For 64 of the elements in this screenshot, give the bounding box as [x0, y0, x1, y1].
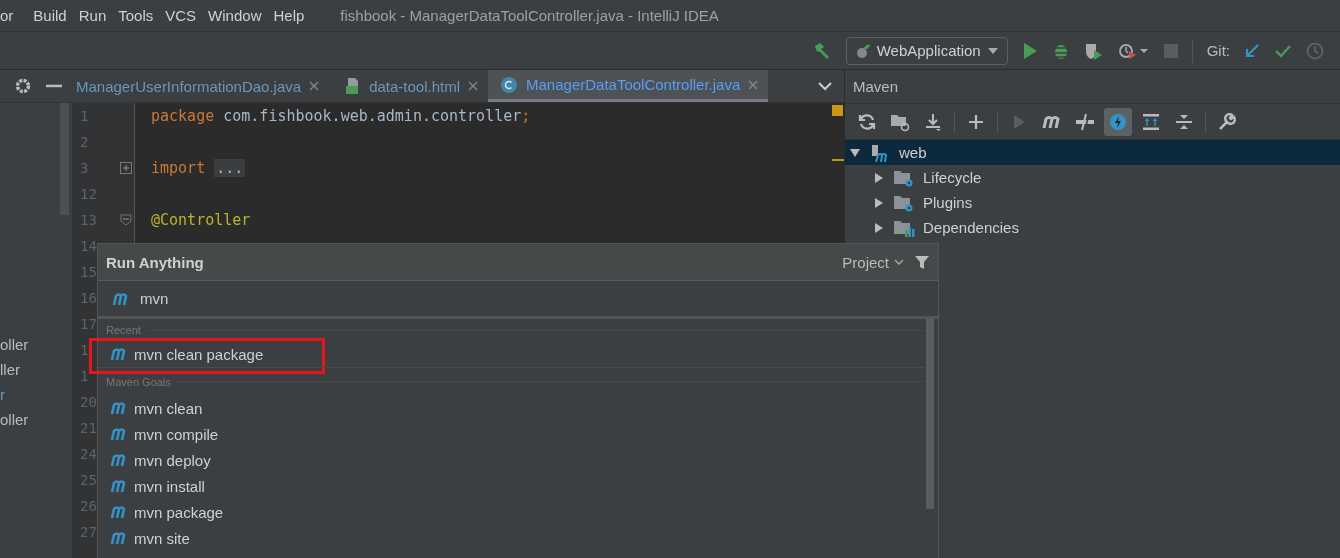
fold-marker-icon[interactable] — [120, 214, 132, 226]
list-item[interactable]: mvn site — [98, 525, 924, 551]
expand-arrow-icon — [873, 221, 885, 234]
menu-item[interactable]: Build — [27, 7, 73, 24]
list-item[interactable]: mvn compile — [98, 421, 924, 447]
list-item[interactable]: mvn package — [98, 499, 924, 525]
menu-item[interactable]: Tools — [112, 7, 160, 24]
warning-marker — [832, 105, 843, 116]
list-item[interactable]: mvn clean — [98, 395, 924, 421]
section-label: Recent — [106, 324, 141, 336]
menu-item[interactable]: Run — [72, 7, 113, 24]
code-line: package com.fishbook.web.admin.controller; — [151, 107, 531, 125]
change-marker — [832, 159, 844, 161]
coverage-icon[interactable] — [1083, 41, 1104, 60]
expand-arrow-icon — [849, 146, 861, 159]
minimize-icon[interactable] — [46, 84, 62, 88]
project-file-item[interactable]: oller — [0, 407, 57, 432]
expand-arrow-icon — [873, 196, 885, 209]
tree-item[interactable]: web — [845, 140, 1340, 165]
popup-title: Run Anything — [106, 253, 205, 271]
menu-item[interactable]: Window — [202, 7, 268, 24]
run-configuration-dropdown[interactable]: WebApplication — [845, 36, 1008, 65]
project-file-item[interactable]: ller — [0, 357, 57, 382]
expand-icon — [1141, 111, 1161, 132]
class-icon — [500, 75, 518, 94]
update-arrow-icon[interactable] — [1244, 42, 1260, 59]
tree-item[interactable]: Plugins — [845, 190, 1340, 215]
expand-arrow-icon — [873, 171, 885, 184]
menu-item[interactable]: VCS — [159, 7, 203, 24]
caret-icon — [986, 46, 999, 55]
code-line: @Controller — [151, 211, 251, 229]
menu-item[interactable]: Help — [267, 7, 311, 24]
close-icon[interactable] — [468, 81, 478, 91]
project-file-item[interactable]: oller — [0, 332, 57, 357]
chevron-down-icon — [894, 258, 904, 266]
tree-item[interactable]: Lifecycle — [845, 165, 1340, 190]
server-icon — [854, 42, 871, 59]
close-icon[interactable] — [748, 79, 759, 90]
chevron-down-icon[interactable] — [818, 81, 832, 91]
tree-item[interactable]: Dependencies — [845, 215, 1340, 240]
wrench-icon — [1217, 111, 1237, 132]
download-icon — [923, 111, 943, 132]
filter-icon[interactable] — [914, 254, 930, 270]
settings-icon[interactable] — [14, 77, 32, 95]
skip-tests-icon — [1075, 111, 1095, 132]
menu-item[interactable]: or — [0, 7, 20, 24]
scope-dropdown[interactable]: Project — [842, 253, 904, 271]
scrollbar[interactable] — [60, 103, 69, 215]
fold-plus-icon[interactable] — [120, 162, 132, 174]
profiler-icon[interactable] — [1117, 41, 1150, 60]
lightning-button[interactable] — [1104, 107, 1132, 136]
search-field[interactable]: mvn — [98, 281, 938, 319]
run-icon[interactable] — [1021, 41, 1038, 60]
list-item[interactable]: mvn deploy — [98, 447, 924, 473]
refresh-icon — [857, 111, 877, 132]
git-label: Git: — [1206, 42, 1230, 59]
list-item[interactable]: mvn install — [98, 473, 924, 499]
code-line: import ... — [151, 159, 246, 177]
section-label: Maven Goals — [106, 375, 171, 388]
window-title: fishbook - ManagerDataToolController.java - IntelliJ IDEA — [340, 7, 719, 24]
close-icon[interactable] — [309, 81, 320, 91]
list-item[interactable]: mvn clean package — [98, 341, 924, 367]
lightning-icon — [1108, 111, 1128, 132]
panel-title: Maven — [853, 78, 899, 95]
